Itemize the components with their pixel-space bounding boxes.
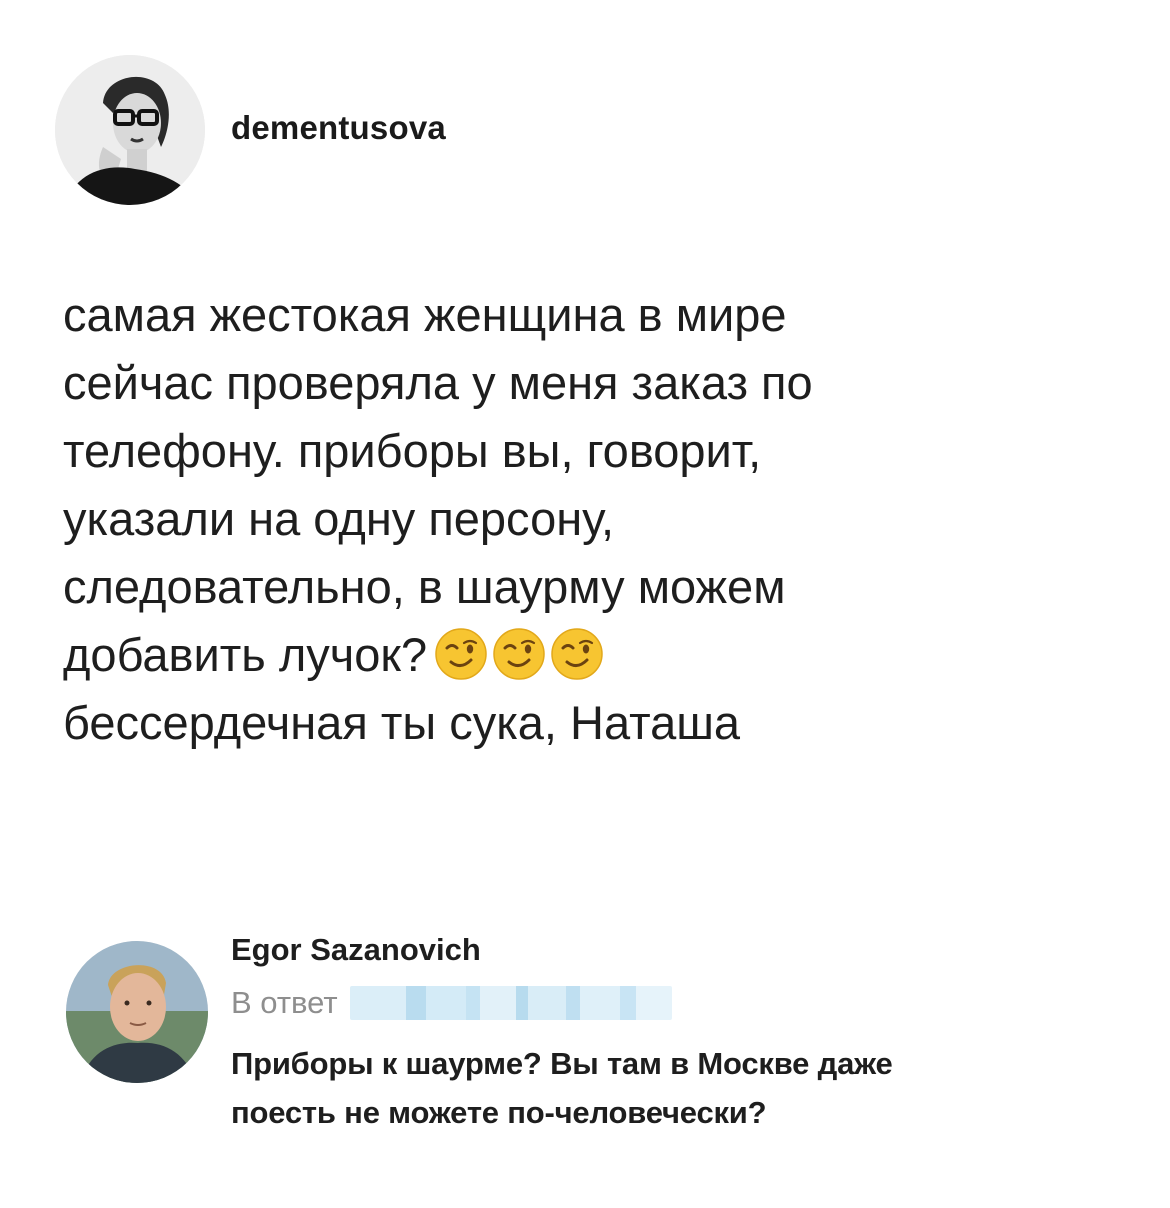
post-line: добавить лучок? [63,628,428,681]
winking-face-icon [435,627,487,680]
avatar-photo-woman-glasses [55,55,205,205]
post-username[interactable]: dementusova [231,109,446,147]
post-text: самая жестокая женщина в мире сейчас про… [63,281,1123,757]
post-line-with-emoji: добавить лучок? [63,621,1123,689]
reply-text-line: поесть не можете по-человечески? [231,1095,767,1130]
winking-face-icon [493,627,545,680]
reply-content: Egor Sazanovich В ответ Приборы к шаурме… [231,925,1131,1137]
post-line: указали на одну персону, [63,492,615,545]
reply-to-label: В ответ [231,985,338,1020]
post-line: сейчас проверяла у меня заказ по [63,356,813,409]
post-header: dementusova [55,55,446,205]
reply-to: В ответ [231,977,1131,1029]
avatar-photo-man [66,941,208,1083]
post-line: телефону. приборы вы, говорит, [63,424,762,477]
post-line: самая жестокая женщина в мире [63,288,787,341]
post-line: следовательно, в шаурму можем [63,560,786,613]
avatar[interactable] [55,55,205,205]
winking-face-icon [551,627,603,680]
reply-text: Приборы к шаурме? Вы там в Москве даже п… [231,1039,1131,1137]
reply-text-line: Приборы к шаурме? Вы там в Москве даже [231,1046,893,1081]
blurred-username [349,986,672,1020]
emoji-row [433,626,605,682]
reply-author[interactable]: Egor Sazanovich [231,925,1131,975]
post-line: бессердечная ты сука, Наташа [63,696,741,749]
reply-avatar[interactable] [66,941,208,1083]
